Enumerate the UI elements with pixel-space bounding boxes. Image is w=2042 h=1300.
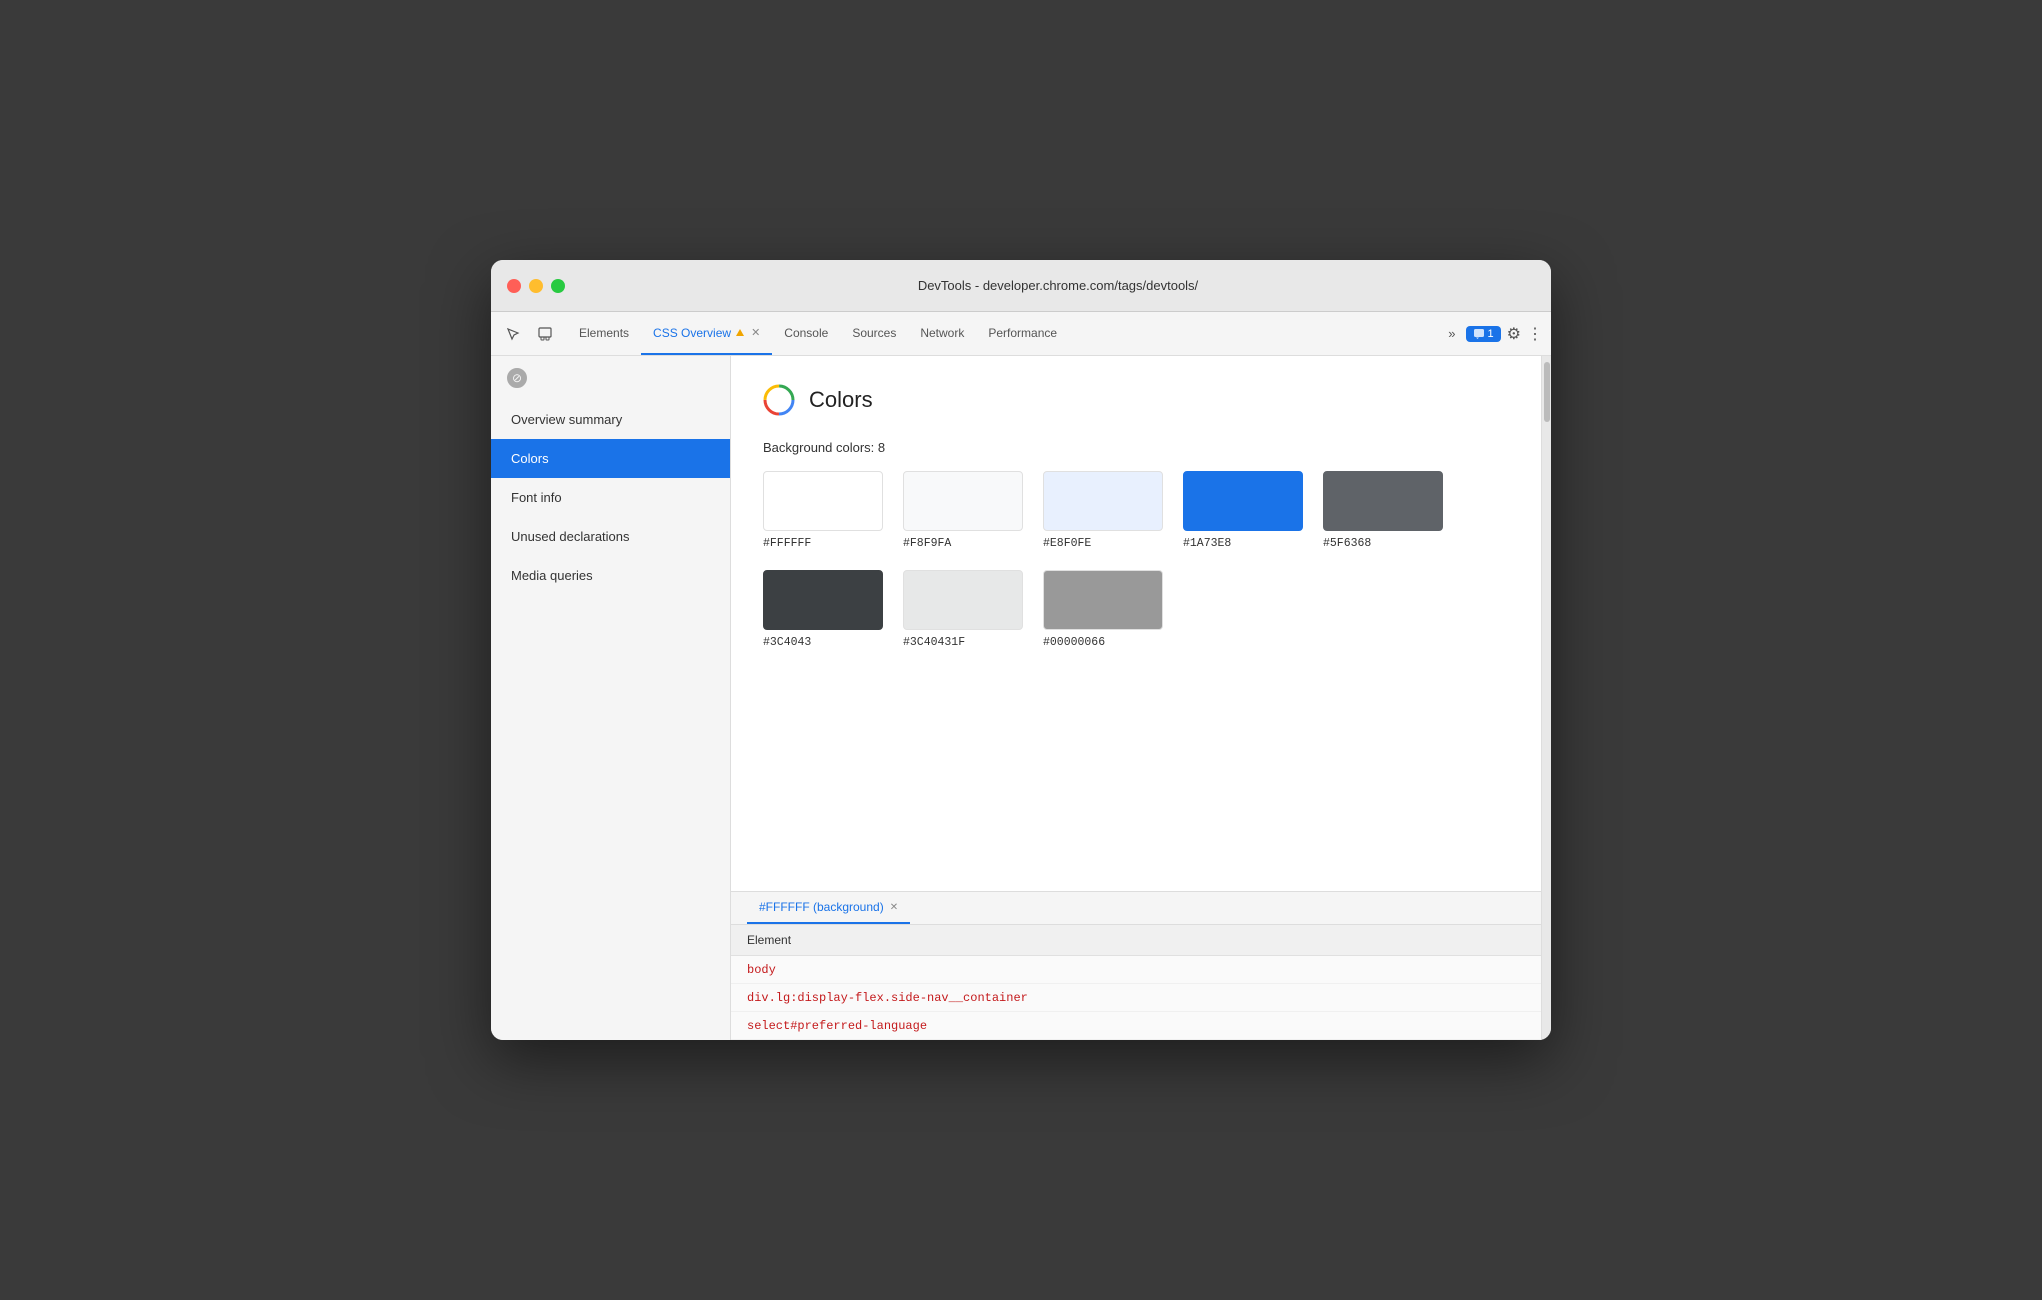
maximize-button[interactable] bbox=[551, 279, 565, 293]
color-item-f8f9fa: #F8F9FA bbox=[903, 471, 1023, 550]
settings-icon[interactable]: ⚙ bbox=[1507, 324, 1521, 344]
sidebar-item-unused-declarations[interactable]: Unused declarations bbox=[491, 517, 730, 556]
color-grid: #FFFFFF #F8F9FA #E8F0FE #1A73E8 bbox=[763, 471, 1509, 649]
tab-sources[interactable]: Sources bbox=[840, 312, 908, 355]
color-item-ffffff: #FFFFFF bbox=[763, 471, 883, 550]
tab-network[interactable]: Network bbox=[908, 312, 976, 355]
color-label-3c40431f: #3C40431F bbox=[903, 636, 965, 649]
panel-title: Colors bbox=[809, 387, 873, 413]
scrollbar[interactable] bbox=[1541, 356, 1551, 1040]
more-tabs-button[interactable]: » bbox=[1444, 326, 1459, 341]
color-swatch-3c40431f[interactable] bbox=[903, 570, 1023, 630]
chat-icon bbox=[1473, 328, 1485, 340]
element-name-select: select#preferred-language bbox=[747, 1019, 927, 1033]
color-swatch-ffffff[interactable] bbox=[763, 471, 883, 531]
color-label-5f6368: #5F6368 bbox=[1323, 537, 1371, 550]
tab-bar: Elements CSS Overview ✕ Console Sources … bbox=[491, 312, 1551, 356]
inspect-icon[interactable] bbox=[531, 320, 559, 348]
block-icon-area: ⊘ bbox=[491, 356, 730, 400]
color-label-f8f9fa: #F8F9FA bbox=[903, 537, 951, 550]
block-icon: ⊘ bbox=[507, 368, 527, 388]
cursor-icon[interactable] bbox=[499, 320, 527, 348]
background-colors-label: Background colors: 8 bbox=[763, 440, 1509, 455]
tab-close-icon[interactable]: ✕ bbox=[751, 326, 760, 339]
close-button[interactable] bbox=[507, 279, 521, 293]
warning-icon bbox=[735, 328, 745, 338]
tab-performance[interactable]: Performance bbox=[976, 312, 1069, 355]
toolbar-left bbox=[499, 312, 559, 355]
bottom-tab-strip: #FFFFFF (background) ✕ bbox=[731, 892, 1541, 925]
element-name-body: body bbox=[747, 963, 776, 977]
element-row-body[interactable]: body bbox=[731, 956, 1541, 984]
color-label-ffffff: #FFFFFF bbox=[763, 537, 811, 550]
color-label-00000066: #00000066 bbox=[1043, 636, 1105, 649]
element-row-div[interactable]: div.lg:display-flex.side-nav__container bbox=[731, 984, 1541, 1012]
color-label-3c4043: #3C4043 bbox=[763, 636, 811, 649]
tab-list: Elements CSS Overview ✕ Console Sources … bbox=[567, 312, 1444, 355]
window-title: DevTools - developer.chrome.com/tags/dev… bbox=[581, 278, 1535, 293]
sidebar-item-media-queries[interactable]: Media queries bbox=[491, 556, 730, 595]
color-swatch-1a73e8[interactable] bbox=[1183, 471, 1303, 531]
tab-console[interactable]: Console bbox=[772, 312, 840, 355]
element-row-select[interactable]: select#preferred-language bbox=[731, 1012, 1541, 1040]
color-item-1a73e8: #1A73E8 bbox=[1183, 471, 1303, 550]
panel-header: Colors bbox=[763, 384, 1509, 416]
tab-elements[interactable]: Elements bbox=[567, 312, 641, 355]
tab-css-overview[interactable]: CSS Overview ✕ bbox=[641, 312, 772, 355]
toolbar-right: » 1 ⚙ ⋮ bbox=[1444, 312, 1543, 355]
bottom-tab-close-icon[interactable]: ✕ bbox=[890, 902, 898, 913]
main-content: ⊘ Overview summary Colors Font info Unus… bbox=[491, 356, 1551, 1040]
color-item-e8f0fe: #E8F0FE bbox=[1043, 471, 1163, 550]
color-swatch-5f6368[interactable] bbox=[1323, 471, 1443, 531]
color-item-3c4043: #3C4043 bbox=[763, 570, 883, 649]
panel: Colors Background colors: 8 #FFFFFF #F8F… bbox=[731, 356, 1541, 1040]
panel-top: Colors Background colors: 8 #FFFFFF #F8F… bbox=[731, 356, 1541, 891]
sidebar-item-font-info[interactable]: Font info bbox=[491, 478, 730, 517]
element-name-div: div.lg:display-flex.side-nav__container bbox=[747, 991, 1028, 1005]
color-swatch-3c4043[interactable] bbox=[763, 570, 883, 630]
color-swatch-e8f0fe[interactable] bbox=[1043, 471, 1163, 531]
sidebar-item-colors[interactable]: Colors bbox=[491, 439, 730, 478]
more-options-icon[interactable]: ⋮ bbox=[1527, 324, 1543, 344]
devtools-window: DevTools - developer.chrome.com/tags/dev… bbox=[491, 260, 1551, 1040]
bottom-tab-ffffff[interactable]: #FFFFFF (background) ✕ bbox=[747, 892, 910, 924]
sidebar-item-overview-summary[interactable]: Overview summary bbox=[491, 400, 730, 439]
color-label-1a73e8: #1A73E8 bbox=[1183, 537, 1231, 550]
bottom-panel: #FFFFFF (background) ✕ Element body div.… bbox=[731, 891, 1541, 1040]
title-bar: DevTools - developer.chrome.com/tags/dev… bbox=[491, 260, 1551, 312]
minimize-button[interactable] bbox=[529, 279, 543, 293]
chat-badge[interactable]: 1 bbox=[1466, 326, 1501, 342]
element-column-header: Element bbox=[731, 925, 1541, 956]
sidebar: ⊘ Overview summary Colors Font info Unus… bbox=[491, 356, 731, 1040]
color-item-5f6368: #5F6368 bbox=[1323, 471, 1443, 550]
traffic-lights bbox=[507, 279, 565, 293]
color-swatch-f8f9fa[interactable] bbox=[903, 471, 1023, 531]
google-logo-icon bbox=[763, 384, 795, 416]
color-label-e8f0fe: #E8F0FE bbox=[1043, 537, 1091, 550]
color-item-00000066: #00000066 bbox=[1043, 570, 1163, 649]
color-item-3c40431f: #3C40431F bbox=[903, 570, 1023, 649]
color-swatch-00000066[interactable] bbox=[1043, 570, 1163, 630]
scrollbar-thumb[interactable] bbox=[1544, 362, 1550, 422]
